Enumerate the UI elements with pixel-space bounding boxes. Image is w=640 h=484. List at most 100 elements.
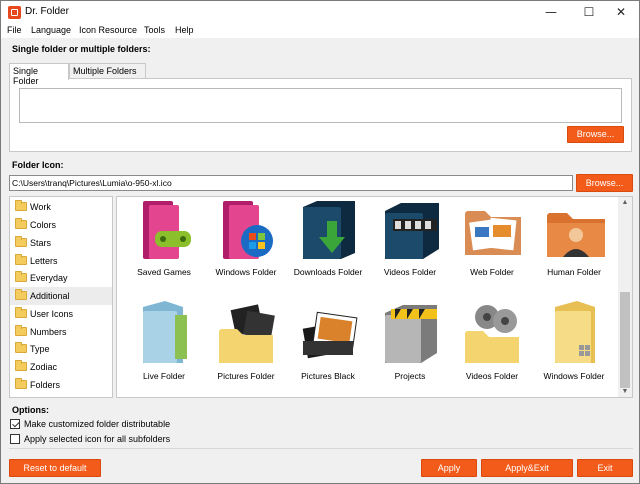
windows-folder-icon: [223, 201, 273, 259]
tab-multiple-folders[interactable]: Multiple Folders: [69, 63, 146, 79]
icon-tile[interactable]: Saved Games: [123, 197, 205, 292]
folder-icon: [15, 307, 27, 318]
folder-icon: [15, 200, 27, 211]
folder-icon-heading: Folder Icon:: [12, 160, 64, 170]
category-work[interactable]: Work: [10, 198, 112, 216]
icon-label: Videos Folder: [383, 267, 437, 277]
folder-icon: [15, 360, 27, 371]
footer-divider: [9, 448, 633, 449]
icon-tile[interactable]: Pictures Black: [287, 301, 369, 396]
menu-language[interactable]: Language: [31, 25, 71, 35]
icon-label: Downloads Folder: [293, 267, 363, 277]
icon-tile[interactable]: Projects: [369, 301, 451, 396]
category-folders[interactable]: Folders: [10, 376, 112, 394]
menu-help[interactable]: Help: [175, 25, 194, 35]
pictures-black-icon: [302, 311, 358, 359]
category-label: Stars: [30, 238, 52, 248]
category-list: Work Colors Stars Letters Everyday Addit…: [9, 196, 113, 398]
category-type[interactable]: Type: [10, 340, 112, 358]
icon-tile[interactable]: Web Folder: [451, 197, 533, 292]
icon-tile[interactable]: Videos Folder: [451, 301, 533, 396]
tab-single-folder[interactable]: Single Folder: [9, 63, 69, 86]
folder-icon: [15, 236, 27, 247]
category-label: Everyday: [30, 273, 68, 283]
category-letters[interactable]: Letters: [10, 252, 112, 270]
category-numbers[interactable]: Numbers: [10, 323, 112, 341]
category-additional[interactable]: Additional: [10, 287, 112, 305]
icon-label: Windows Folder: [215, 267, 277, 277]
web-folder-icon: [465, 211, 521, 255]
category-user-icons[interactable]: User Icons: [10, 305, 112, 323]
category-zodiac[interactable]: Zodiac: [10, 358, 112, 376]
icon-label: Saved Games: [137, 267, 191, 277]
folder-icon: [15, 325, 27, 336]
icon-label: Windows Folder: [543, 371, 605, 381]
category-label: Numbers: [30, 327, 67, 337]
icon-tile[interactable]: Pictures Folder: [205, 301, 287, 396]
icon-label: Pictures Black: [301, 371, 355, 381]
folder-icon: [15, 254, 27, 265]
category-label: Letters: [30, 256, 58, 266]
exit-button[interactable]: Exit: [577, 459, 633, 477]
icon-grid: Saved Games Windows Folder Downloads Fol…: [116, 196, 633, 398]
category-label: Zodiac: [30, 362, 58, 372]
scroll-up-icon[interactable]: ▲: [621, 199, 629, 206]
human-folder-icon: [547, 213, 605, 257]
menu-icon-resource[interactable]: Icon Resource: [79, 25, 137, 35]
icon-tile[interactable]: Human Folder: [533, 197, 615, 292]
folder-icon: [15, 271, 27, 282]
icon-label: Projects: [394, 371, 426, 381]
folder-drop-area[interactable]: [19, 88, 622, 123]
distributable-checkbox[interactable]: [10, 419, 20, 429]
app-window: Dr. Folder — ☐ ✕ File Language Icon Reso…: [0, 0, 640, 484]
icon-tile[interactable]: Windows Folder: [533, 301, 615, 396]
apply-exit-button[interactable]: Apply&Exit: [481, 459, 573, 477]
apply-button[interactable]: Apply: [421, 459, 477, 477]
icon-label: Web Folder: [470, 267, 514, 277]
category-label: Colors: [30, 220, 57, 230]
icon-tile[interactable]: Videos Folder: [369, 197, 451, 292]
icon-browse-button[interactable]: Browse...: [576, 174, 633, 192]
menu-tools[interactable]: Tools: [144, 25, 165, 35]
category-colors[interactable]: Colors: [10, 216, 112, 234]
category-stars[interactable]: Stars: [10, 234, 112, 252]
option-label: Apply selected icon for all subfolders: [24, 434, 171, 444]
icon-path-input[interactable]: C:\Users\tranq\Pictures\Lumia\o-950-xl.i…: [9, 175, 573, 191]
option-label: Make customized folder distributable: [24, 419, 171, 429]
videos-folder-yellow-icon: [465, 305, 519, 363]
subfolders-checkbox[interactable]: [10, 434, 20, 444]
live-folder-icon: [143, 301, 187, 363]
downloads-folder-icon: [303, 201, 355, 259]
folder-icon: [15, 289, 27, 300]
projects-folder-icon: [385, 305, 437, 363]
reset-button[interactable]: Reset to default: [9, 459, 101, 477]
source-heading: Single folder or multiple folders:: [12, 44, 151, 54]
category-label: Type: [30, 344, 50, 354]
icon-tile[interactable]: Live Folder: [123, 301, 205, 396]
icon-tile[interactable]: Windows Folder: [205, 197, 287, 292]
scroll-down-icon[interactable]: ▼: [621, 388, 629, 395]
folder-icon: [15, 378, 27, 389]
icon-grid-scrollbar[interactable]: ▲ ▼: [618, 197, 632, 397]
menu-file[interactable]: File: [7, 25, 22, 35]
scrollbar-thumb[interactable]: [620, 292, 630, 388]
source-browse-button[interactable]: Browse...: [567, 126, 624, 143]
options-heading: Options:: [12, 405, 49, 415]
title-bar: Dr. Folder — ☐ ✕: [1, 1, 639, 24]
videos-folder-icon: [385, 203, 439, 259]
saved-games-folder-icon: [143, 201, 191, 259]
category-label: Folders: [30, 380, 61, 390]
app-logo-icon: [8, 6, 21, 19]
folder-icon: [15, 342, 27, 353]
pictures-folder-icon: [219, 304, 275, 363]
folder-icon: [15, 218, 27, 229]
close-button[interactable]: ✕: [599, 1, 640, 24]
windows-folder-yellow-icon: [555, 301, 595, 363]
icon-tile[interactable]: Downloads Folder: [287, 197, 369, 292]
icon-label: Pictures Folder: [217, 371, 275, 381]
category-everyday[interactable]: Everyday: [10, 269, 112, 287]
category-label: Work: [30, 202, 51, 212]
category-label: User Icons: [30, 309, 74, 319]
menu-bar: File Language Icon Resource Tools Help: [1, 24, 639, 38]
source-tab-panel: Browse...: [9, 78, 632, 152]
